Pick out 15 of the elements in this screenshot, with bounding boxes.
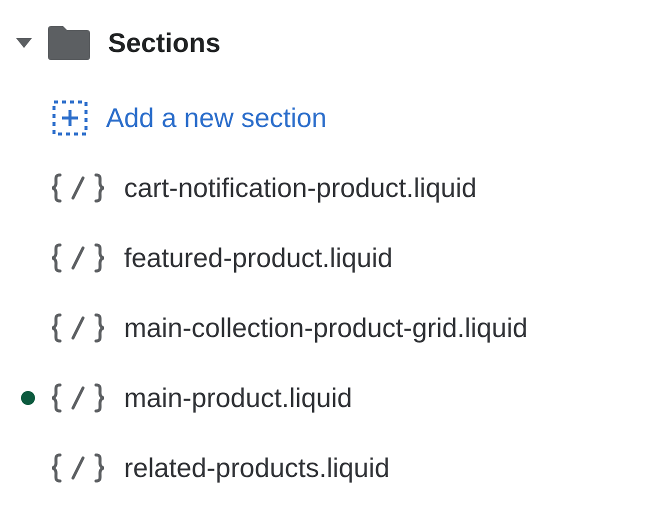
code-icon bbox=[50, 242, 106, 274]
code-icon bbox=[50, 452, 106, 484]
caret-icon[interactable] bbox=[16, 38, 32, 48]
folder-name[interactable]: Sections bbox=[108, 28, 221, 58]
code-icon bbox=[50, 312, 106, 344]
add-section-link[interactable]: Add a new section bbox=[106, 102, 327, 134]
folder-icon bbox=[48, 26, 90, 60]
file-name[interactable]: cart-notification-product.liquid bbox=[124, 172, 477, 204]
code-icon bbox=[50, 172, 106, 204]
file-name[interactable]: main-product.liquid bbox=[124, 382, 352, 414]
code-icon bbox=[50, 382, 106, 414]
add-section-icon bbox=[52, 100, 88, 136]
file-name[interactable]: main-collection-product-grid.liquid bbox=[124, 312, 528, 344]
file-name[interactable]: featured-product.liquid bbox=[124, 242, 393, 274]
file-name[interactable]: related-products.liquid bbox=[124, 452, 390, 484]
